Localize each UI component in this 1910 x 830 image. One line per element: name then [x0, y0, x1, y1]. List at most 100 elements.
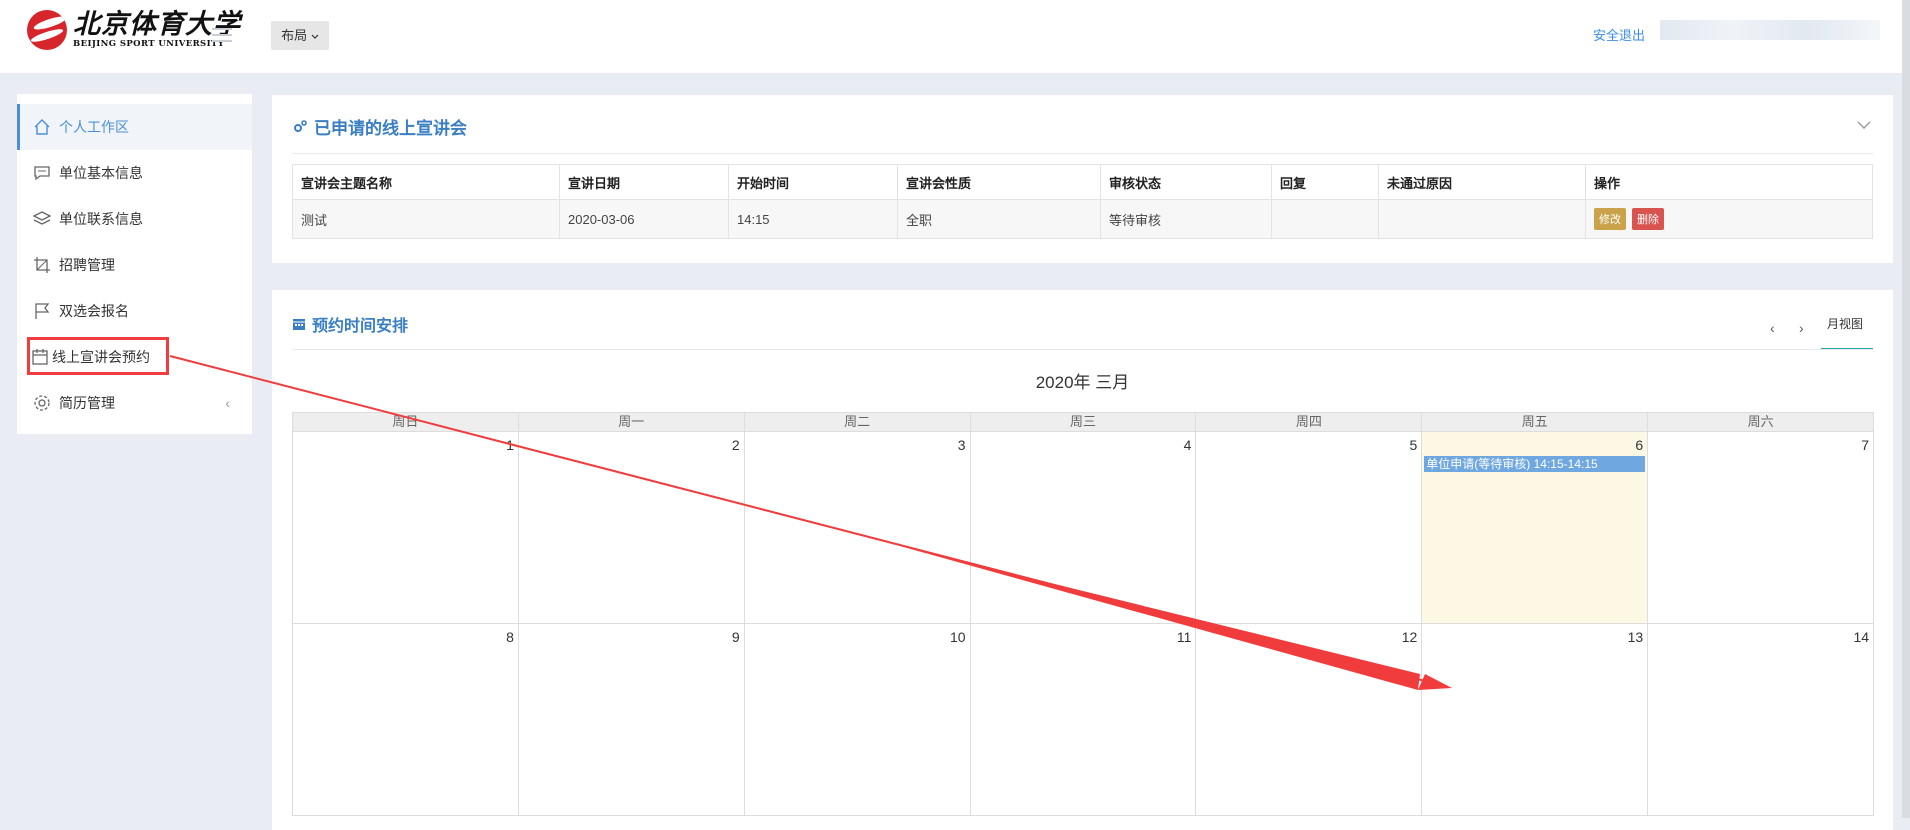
flag-icon — [33, 302, 51, 320]
weekday-label: 周二 — [745, 413, 971, 431]
sidebar-item-label: 个人工作区 — [59, 119, 129, 135]
column-header: 开始时间 — [728, 164, 898, 200]
sidebar-item-resume[interactable]: 简历管理 ‹ — [17, 380, 252, 426]
weekday-label: 周日 — [293, 413, 519, 431]
column-header: 回复 — [1271, 164, 1379, 200]
calendar-icon — [293, 319, 305, 330]
home-icon — [33, 118, 51, 136]
day-number: 8 — [506, 629, 514, 645]
schedule-title-text: 预约时间安排 — [312, 318, 409, 335]
user-info-blurred — [1660, 20, 1880, 40]
column-header: 宣讲会主题名称 — [292, 164, 560, 200]
calendar-grid: 周日 周一 周二 周三 周四 周五 周六 1 2 3 4 5 6 单位申请(等待… — [292, 412, 1875, 816]
day-number: 13 — [1627, 629, 1644, 645]
sidebar: 个人工作区 单位基本信息 单位联系信息 招聘管理 双选会报名 线上宣讲会预约 简… — [17, 94, 252, 434]
layers-icon — [33, 210, 51, 228]
column-header: 未通过原因 — [1378, 164, 1586, 200]
calendar-day[interactable]: 1 — [293, 432, 519, 624]
sidebar-item-contact-info[interactable]: 单位联系信息 — [17, 196, 252, 242]
cell-date: 2020-03-06 — [559, 199, 729, 239]
divider — [292, 349, 1873, 350]
calendar-week: 1 2 3 4 5 6 单位申请(等待审核) 14:15-14:15 7 — [292, 432, 1875, 624]
cell-actions: 修改 删除 — [1585, 199, 1873, 239]
logout-link[interactable]: 安全退出 — [1593, 25, 1645, 44]
weekday-label: 周四 — [1196, 413, 1423, 431]
calendar-week: 8 9 10 11 12 13 14 — [292, 624, 1875, 816]
university-logo[interactable]: 北京体育大学 BEIJING SPORT UNIVERSITY — [27, 10, 241, 50]
applied-seminars-table: 宣讲会主题名称 宣讲日期 开始时间 宣讲会性质 审核状态 回复 未通过原因 操作… — [292, 164, 1873, 239]
sidebar-item-label: 招聘管理 — [59, 257, 115, 273]
day-number: 11 — [1176, 629, 1192, 645]
day-number: 10 — [950, 629, 966, 645]
sidebar-item-label: 双选会报名 — [59, 303, 129, 319]
calendar-day[interactable]: 9 — [518, 624, 745, 816]
sidebar-item-label: 单位基本信息 — [59, 165, 143, 181]
top-bar: 北京体育大学 BEIJING SPORT UNIVERSITY 布局 安全退出 — [0, 0, 1910, 73]
day-number: 2 — [731, 437, 740, 453]
calendar-next-button[interactable]: › — [1799, 320, 1804, 336]
column-header: 操作 — [1585, 164, 1873, 200]
scrollbar[interactable] — [1902, 0, 1910, 818]
calendar-day[interactable]: 4 — [970, 432, 1197, 624]
day-number: 3 — [957, 437, 966, 453]
panel-title: 已申请的线上宣讲会 — [292, 114, 467, 139]
column-header: 宣讲日期 — [559, 164, 729, 200]
day-number: 12 — [1401, 629, 1418, 645]
cell-reply — [1271, 199, 1379, 239]
day-number: 5 — [1409, 437, 1418, 453]
sidebar-item-job-fair[interactable]: 双选会报名 — [17, 288, 252, 334]
weekday-label: 周六 — [1747, 414, 1774, 429]
calendar-day-today[interactable]: 6 单位申请(等待审核) 14:15-14:15 — [1422, 432, 1649, 624]
collapse-chevron-icon[interactable] — [1857, 117, 1871, 135]
calendar-day[interactable]: 5 — [1196, 432, 1423, 624]
table-row: 测试 2020-03-06 14:15 全职 等待审核 修改 删除 — [292, 199, 1873, 239]
menu-toggle-icon[interactable] — [212, 28, 232, 46]
weekday-label: 周三 — [971, 413, 1197, 431]
chevron-left-icon: ‹ — [225, 395, 230, 411]
sidebar-item-workspace[interactable]: 个人工作区 — [17, 104, 252, 150]
cell-status: 等待审核 — [1100, 199, 1272, 239]
sidebar-item-recruitment[interactable]: 招聘管理 — [17, 242, 252, 288]
applied-title-text: 已申请的线上宣讲会 — [314, 119, 467, 138]
applied-seminars-panel: 已申请的线上宣讲会 宣讲会主题名称 宣讲日期 开始时间 宣讲会性质 审核状态 回… — [272, 95, 1893, 263]
calendar-day[interactable]: 12 — [1196, 624, 1423, 816]
calendar-day[interactable]: 10 — [744, 624, 971, 816]
day-number: 6 — [1635, 437, 1644, 453]
sidebar-item-basic-info[interactable]: 单位基本信息 — [17, 150, 252, 196]
sidebar-item-label: 单位联系信息 — [59, 211, 143, 227]
calendar-day[interactable]: 14 — [1648, 624, 1875, 816]
crop-icon — [33, 256, 51, 274]
divider — [292, 153, 1873, 154]
calendar-day[interactable]: 8 — [293, 624, 519, 816]
cell-start-time: 14:15 — [728, 199, 898, 239]
cell-name: 测试 — [292, 199, 560, 239]
calendar-month-title: 2020年 三月 — [1035, 373, 1130, 392]
chevron-down-icon — [311, 34, 319, 39]
sidebar-item-label: 简历管理 — [59, 395, 115, 411]
cell-nature: 全职 — [897, 199, 1101, 239]
calendar-event[interactable]: 单位申请(等待审核) 14:15-14:15 — [1424, 456, 1646, 472]
weekday-label: 周五 — [1422, 413, 1649, 431]
panel-title: 预约时间安排 — [292, 312, 408, 336]
day-number: 7 — [1861, 437, 1870, 453]
calendar-day[interactable]: 7 — [1648, 432, 1875, 624]
layout-label: 布局 — [281, 28, 308, 43]
month-view-tab[interactable]: 月视图 — [1819, 315, 1871, 332]
calendar-day[interactable]: 11 — [970, 624, 1197, 816]
edit-button[interactable]: 修改 — [1594, 208, 1626, 230]
delete-button[interactable]: 删除 — [1632, 208, 1664, 230]
message-icon — [33, 164, 51, 182]
calendar-prev-button[interactable]: ‹ — [1770, 320, 1775, 336]
day-number: 1 — [506, 437, 514, 453]
cogs-icon — [294, 119, 307, 132]
weekday-header: 周日 周一 周二 周三 周四 周五 周六 — [292, 412, 1874, 432]
calendar-day[interactable]: 2 — [518, 432, 745, 624]
schedule-panel: 预约时间安排 ‹ › 月视图 2020年 三月 周日 周一 周二 周三 周四 周… — [272, 290, 1893, 830]
calendar-day[interactable]: 3 — [744, 432, 971, 624]
calendar-day[interactable]: 13 — [1422, 624, 1649, 816]
weekday-label: 周一 — [519, 413, 745, 431]
gear-icon — [33, 394, 51, 412]
logo-emblem-icon — [27, 10, 67, 50]
day-number: 4 — [1183, 437, 1192, 453]
layout-dropdown-button[interactable]: 布局 — [271, 21, 329, 50]
